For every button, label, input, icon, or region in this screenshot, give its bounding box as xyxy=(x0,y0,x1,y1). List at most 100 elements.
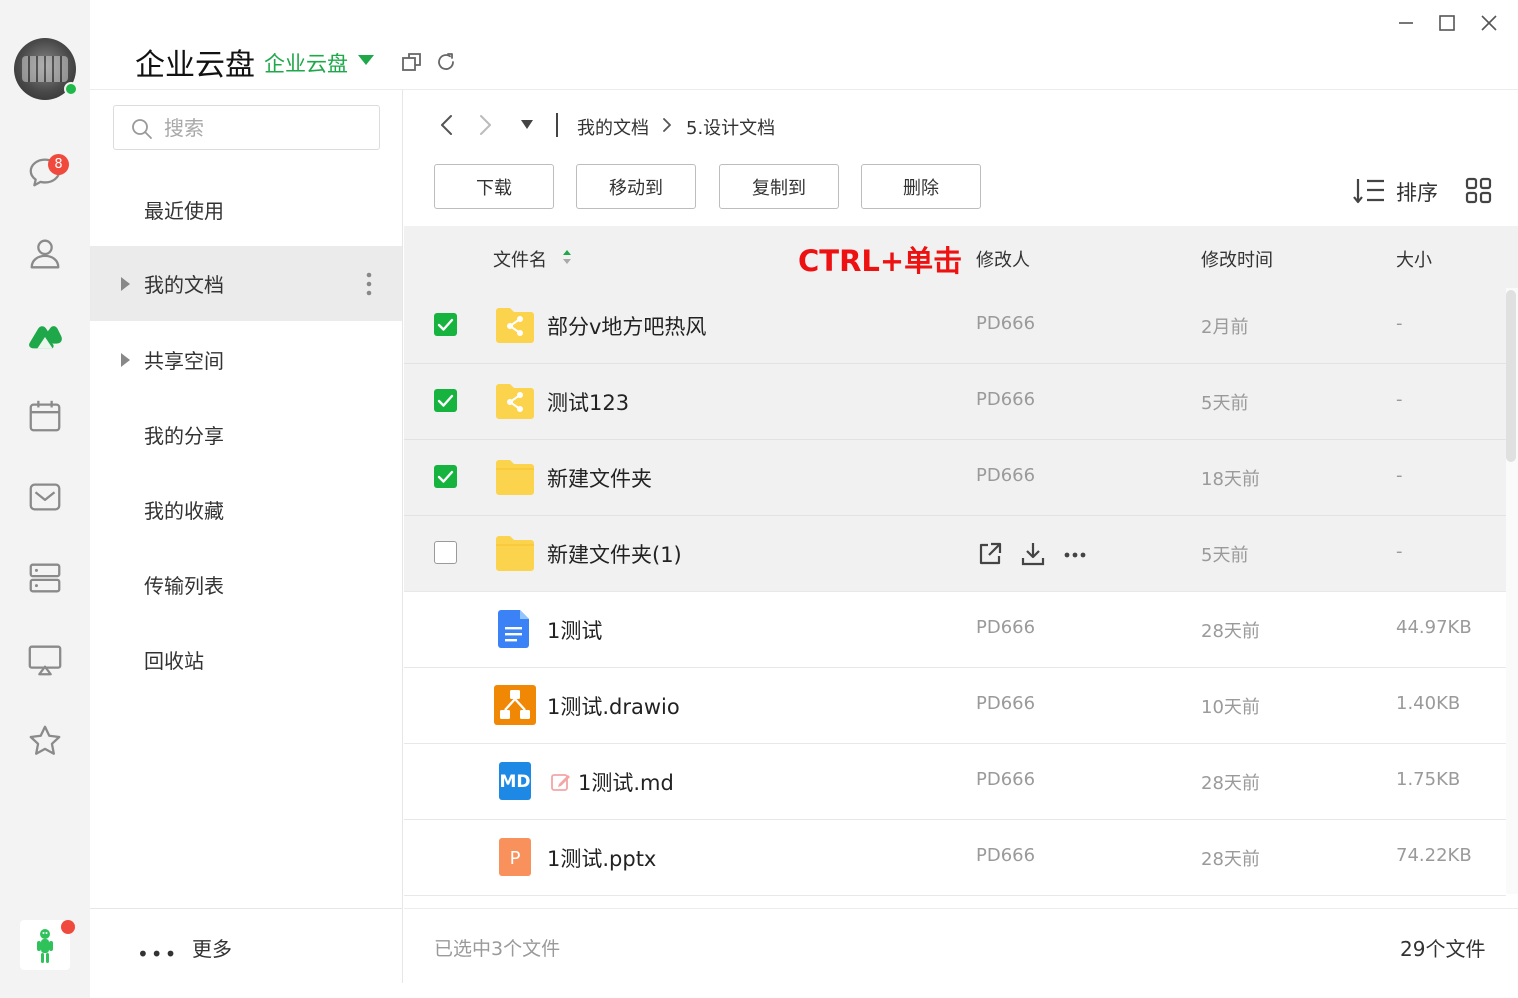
sort-toggle-icon[interactable] xyxy=(562,248,572,266)
nav-item-label: 我的分享 xyxy=(144,424,224,448)
expand-arrow-icon[interactable] xyxy=(121,276,130,291)
file-name[interactable]: 1测试.drawio xyxy=(547,691,680,721)
favorites-star-icon[interactable] xyxy=(25,721,65,761)
file-modified-time: 28天前 xyxy=(1201,849,1260,870)
selection-status: 已选中3个文件 xyxy=(434,938,561,960)
mail-icon[interactable] xyxy=(25,477,65,517)
popout-window-icon[interactable] xyxy=(400,50,424,74)
shared-folder-icon xyxy=(496,384,534,419)
forward-arrow-icon[interactable] xyxy=(470,110,500,140)
nav-item-recent[interactable]: 最近使用 xyxy=(90,172,402,247)
sidebar-nav: 最近使用 我的文档 共享空间 我的分享 我的收藏 传输列表 回收站 ••• 更多 xyxy=(90,89,1518,983)
delete-button[interactable]: 删除 xyxy=(861,164,981,209)
file-modified-time: 10天前 xyxy=(1201,697,1260,718)
file-name[interactable]: 1测试 xyxy=(547,615,602,645)
nav-item-recycle-bin[interactable]: 回收站 xyxy=(90,622,402,697)
file-size: - xyxy=(1396,541,1403,562)
workbench-icon[interactable] xyxy=(25,558,65,598)
file-modified-time: 28天前 xyxy=(1201,621,1260,642)
nav-item-transfers[interactable]: 传输列表 xyxy=(90,547,402,622)
column-header-modified[interactable]: 修改时间 xyxy=(1201,246,1273,272)
file-name[interactable]: 1测试.pptx xyxy=(547,843,656,873)
table-row[interactable]: 新建文件夹(1) 5天前 - xyxy=(404,516,1506,592)
app-title: 企业云盘 xyxy=(135,48,255,83)
screen-share-icon[interactable] xyxy=(25,640,65,680)
more-dots-icon[interactable]: ••• xyxy=(137,942,178,966)
table-row[interactable]: 部分v地方吧热风 PD666 2月前 - xyxy=(404,288,1506,364)
table-row[interactable]: 测试123 PD666 5天前 - xyxy=(404,364,1506,440)
table-row[interactable]: 1测试 PD666 28天前 44.97KB xyxy=(404,592,1506,668)
column-header-modifier[interactable]: 修改人 xyxy=(976,246,1030,272)
more-vertical-icon[interactable] xyxy=(366,271,372,297)
editing-pencil-icon xyxy=(551,774,570,791)
more-button[interactable]: 更多 xyxy=(192,933,232,962)
cloud-drive-icon[interactable] xyxy=(25,316,65,356)
workspace-switcher[interactable]: 企业云盘 xyxy=(264,48,348,78)
column-header-size[interactable]: 大小 xyxy=(1396,246,1432,272)
online-status-dot xyxy=(64,82,78,96)
file-modified-time: 5天前 xyxy=(1201,393,1249,414)
file-count: 29个文件 xyxy=(1400,937,1486,961)
table-row[interactable]: MD 1测试.md PD666 28天前 1.75KB xyxy=(404,744,1506,820)
table-row[interactable]: 1测试.drawio PD666 10天前 1.40KB xyxy=(404,668,1506,744)
history-dropdown-icon[interactable] xyxy=(512,110,542,140)
search-input[interactable] xyxy=(164,112,364,144)
share-icon[interactable] xyxy=(976,540,1004,568)
contacts-icon[interactable] xyxy=(25,234,65,274)
minimize-icon[interactable] xyxy=(1391,8,1421,38)
table-row[interactable]: P 1测试.pptx PD666 28天前 74.22KB xyxy=(404,820,1506,896)
move-to-button[interactable]: 移动到 xyxy=(576,164,696,209)
table-header: 文件名 CTRL+单击 修改人 修改时间 大小 xyxy=(404,226,1518,288)
download-button[interactable]: 下载 xyxy=(434,164,554,209)
maximize-icon[interactable] xyxy=(1432,8,1462,38)
back-arrow-icon[interactable] xyxy=(432,110,462,140)
nav-item-shared-space[interactable]: 共享空间 xyxy=(90,322,402,397)
file-name[interactable]: 部分v地方吧热风 xyxy=(547,311,706,341)
expand-arrow-icon[interactable] xyxy=(121,352,130,367)
column-header-name[interactable]: 文件名 xyxy=(493,246,547,272)
document-icon xyxy=(498,610,529,648)
nav-item-label: 共享空间 xyxy=(144,349,224,373)
file-modified-time: 18天前 xyxy=(1201,469,1260,490)
file-modifier: PD666 xyxy=(976,693,1036,714)
file-name[interactable]: 1测试.md xyxy=(578,767,674,797)
file-name[interactable]: 测试123 xyxy=(547,387,629,417)
file-size: - xyxy=(1396,465,1403,486)
nav-item-my-shares[interactable]: 我的分享 xyxy=(90,397,402,472)
nav-item-label: 我的收藏 xyxy=(144,499,224,523)
nav-item-my-documents[interactable]: 我的文档 xyxy=(90,246,402,321)
grid-view-icon[interactable] xyxy=(1465,177,1492,204)
folder-icon xyxy=(496,460,534,495)
nav-item-my-favorites[interactable]: 我的收藏 xyxy=(90,472,402,547)
file-modified-time: 28天前 xyxy=(1201,773,1260,794)
sort-icon[interactable] xyxy=(1352,176,1386,206)
file-modified-time: 5天前 xyxy=(1201,545,1249,566)
file-modified-time: 2月前 xyxy=(1201,317,1249,338)
close-icon[interactable] xyxy=(1474,8,1504,38)
row-checkbox[interactable] xyxy=(434,541,457,564)
search-box[interactable] xyxy=(113,105,380,150)
pptx-icon: P xyxy=(499,838,531,876)
row-checkbox[interactable] xyxy=(434,313,457,336)
nav-item-label: 回收站 xyxy=(144,649,204,673)
download-icon[interactable] xyxy=(1019,540,1047,568)
breadcrumb-item[interactable]: 我的文档 xyxy=(577,114,649,140)
file-modifier: PD666 xyxy=(976,313,1036,334)
calendar-icon[interactable] xyxy=(25,396,65,436)
markdown-icon: MD xyxy=(499,762,531,800)
scrollbar-thumb[interactable] xyxy=(1506,290,1516,462)
row-checkbox[interactable] xyxy=(434,465,457,488)
refresh-icon[interactable] xyxy=(434,50,458,74)
workspace-caret-icon[interactable] xyxy=(358,55,374,65)
table-row[interactable]: 新建文件夹 PD666 18天前 - xyxy=(404,440,1506,516)
assistant-notification-dot xyxy=(61,920,75,934)
file-name[interactable]: 新建文件夹 xyxy=(547,463,652,493)
app-window: 8 企业云盘 企业云盘 搜索 最近使用 我的文档 共享空间 我的分享 我的收藏 … xyxy=(0,0,1518,998)
file-name[interactable]: 新建文件夹(1) xyxy=(547,539,682,569)
more-horizontal-icon[interactable] xyxy=(1061,540,1089,568)
file-size: - xyxy=(1396,313,1403,334)
copy-to-button[interactable]: 复制到 xyxy=(719,164,839,209)
row-checkbox[interactable] xyxy=(434,389,457,412)
sort-button[interactable]: 排序 xyxy=(1396,177,1438,207)
ctrl-click-annotation: CTRL+单击 xyxy=(798,244,963,278)
